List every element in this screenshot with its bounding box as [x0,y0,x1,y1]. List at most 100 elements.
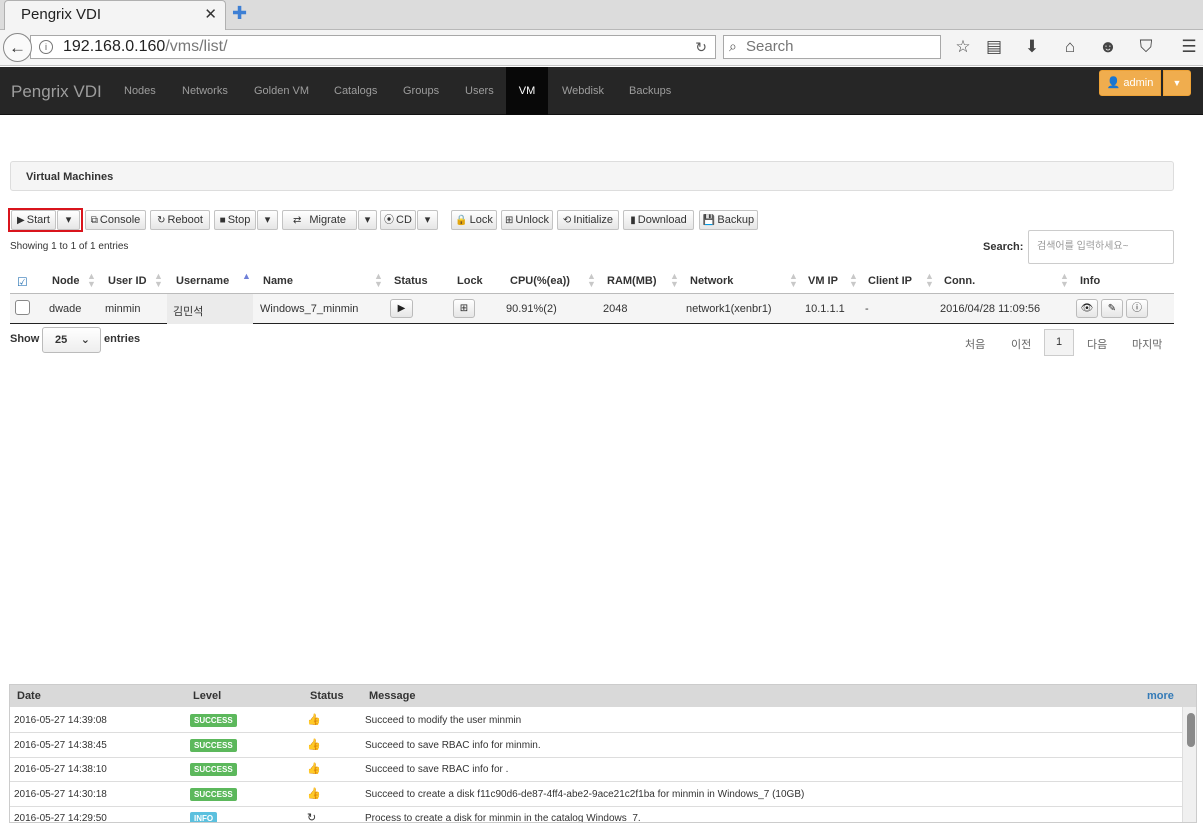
transfer-icon: ⇄ [292,215,302,226]
table-search-input[interactable]: 검색어를 입력하세요~ [1028,230,1174,264]
browser-tab[interactable]: Pengrix VDI ✕ [4,0,226,30]
reload-icon[interactable]: ↻ [695,39,707,56]
sort-icon[interactable]: ▲ ▼ [789,272,798,289]
log-date: 2016-05-27 14:38:45 [14,740,107,751]
caret-down-icon: ▾ [364,214,371,226]
col-node[interactable]: Node [52,275,80,287]
cd-button[interactable]: ⦿ CD [380,210,416,230]
nav-webdisk[interactable]: Webdisk [562,67,604,115]
admin-dropdown-caret[interactable]: ▼ [1163,70,1191,96]
col-status[interactable]: Status [394,275,428,287]
select-all-check-icon[interactable]: ☑ [17,275,28,289]
nav-users[interactable]: Users [465,67,494,115]
log-date: 2016-05-27 14:38:10 [14,764,107,775]
admin-button[interactable]: 👤 admin [1099,70,1161,96]
menu-icon[interactable]: ☰ [1178,37,1200,57]
nav-catalogs[interactable]: Catalogs [334,67,377,115]
more-link[interactable]: more [1147,690,1174,702]
log-message: Succeed to create a disk f11c90d6-de87-4… [365,789,805,800]
col-network[interactable]: Network [690,275,733,287]
browser-search-bar[interactable]: ⌕ [723,35,941,59]
sort-icon[interactable]: ▲ ▼ [925,272,934,289]
migrate-dropdown-button[interactable]: ▾ [358,210,377,230]
cd-dropdown-button[interactable]: ▾ [417,210,438,230]
page-length-select[interactable]: 25 ⌄ [42,327,101,353]
cell-user-id: minmin [105,303,141,315]
col-name[interactable]: Name [263,275,293,287]
start-button[interactable]: ▶ Start [11,210,56,230]
vm-play-button[interactable]: ▶ [390,299,413,318]
brand-logo[interactable]: Pengrix VDI [11,82,102,102]
close-icon[interactable]: ✕ [204,5,217,23]
scroll-thumb[interactable] [1187,713,1195,747]
col-lock[interactable]: Lock [457,275,483,287]
cell-ram: 2048 [603,303,628,315]
unlock-icon: ⊞ [504,215,514,226]
lock-button[interactable]: 🔒 Lock [451,210,497,230]
backup-button[interactable]: 💾 Backup [699,210,758,230]
sort-asc-icon[interactable]: ▲ [242,272,251,281]
console-button[interactable]: ⧉ Console [85,210,146,230]
nav-vm[interactable]: VM [506,67,548,115]
caret-down-icon: ▾ [424,214,431,226]
nav-networks[interactable]: Networks [182,67,228,115]
col-username[interactable]: Username [176,275,229,287]
stop-dropdown-button[interactable]: ▾ [257,210,278,230]
sort-icon[interactable]: ▲ ▼ [849,272,858,289]
log-col-message: Message [369,690,416,702]
download-icon[interactable]: ⬇ [1021,37,1043,57]
back-button[interactable]: ← [3,33,32,62]
sort-icon[interactable]: ▲ ▼ [587,272,596,289]
migrate-button[interactable]: ⇄ Migrate [282,210,357,230]
sort-icon[interactable]: ▲ ▼ [154,272,163,289]
page-prev[interactable]: 이전 [1011,336,1031,352]
table-info-text: Showing 1 to 1 of 1 entries [10,241,129,252]
bookmark-star-icon[interactable]: ☆ [952,37,974,57]
unlock-button[interactable]: ⊞ Unlock [501,210,553,230]
nav-groups[interactable]: Groups [403,67,439,115]
browser-search-input[interactable] [746,38,936,55]
info-button[interactable]: ⓘ [1126,299,1148,318]
row-checkbox[interactable] [15,300,30,315]
col-user-id[interactable]: User ID [108,275,147,287]
col-cpu[interactable]: CPU(%(ea)) [510,275,570,287]
cell-node: dwade [49,303,82,315]
page-first[interactable]: 처음 [965,336,985,352]
refresh-icon: ↻ [157,215,166,226]
pocket-icon[interactable]: ⛉ [1135,37,1157,57]
col-client-ip[interactable]: Client IP [868,275,912,287]
page-current[interactable]: 1 [1044,329,1074,356]
url-path: /vms/list/ [165,38,228,55]
url-bar[interactable]: i 192.168.0.160/vms/list/ ↻ [30,35,716,59]
sort-icon[interactable]: ▲ ▼ [374,272,383,289]
initialize-button[interactable]: ⟲ Initialize [557,210,619,230]
home-icon[interactable]: ⌂ [1059,37,1081,57]
nav-nodes[interactable]: Nodes [124,67,156,115]
new-tab-plus-icon[interactable]: ✚ [232,3,247,24]
vm-lock-toggle-button[interactable]: ⊞ [453,299,475,318]
page-last[interactable]: 마지막 [1132,336,1162,352]
page-next[interactable]: 다음 [1087,336,1107,352]
smiley-icon[interactable]: ☻ [1097,37,1119,57]
stop-button[interactable]: ■ Stop [214,210,256,230]
col-info[interactable]: Info [1080,275,1100,287]
nav-golden-vm[interactable]: Golden VM [254,67,309,115]
sort-icon[interactable]: ▲ ▼ [87,272,96,289]
cell-conn: 2016/04/28 11:09:56 [940,303,1041,315]
download-button[interactable]: ▮ Download [623,210,694,230]
reboot-button[interactable]: ↻ Reboot [150,210,210,230]
reading-list-icon[interactable]: ▤ [983,37,1005,57]
start-dropdown-button[interactable]: ▾ [57,210,80,230]
col-conn[interactable]: Conn. [944,275,975,287]
nav-backups[interactable]: Backups [629,67,671,115]
edit-button[interactable]: ✎ [1101,299,1123,318]
col-ram[interactable]: RAM(MB) [607,275,656,287]
url-text: 192.168.0.160/vms/list/ [63,38,228,56]
stop-icon: ■ [219,215,226,226]
view-button[interactable]: 👁 [1076,299,1098,318]
info-icon[interactable]: i [39,40,53,54]
sort-icon[interactable]: ▲ ▼ [670,272,679,289]
col-vm-ip[interactable]: VM IP [808,275,838,287]
log-scrollbar[interactable] [1182,707,1196,822]
sort-icon[interactable]: ▲ ▼ [1060,272,1069,289]
